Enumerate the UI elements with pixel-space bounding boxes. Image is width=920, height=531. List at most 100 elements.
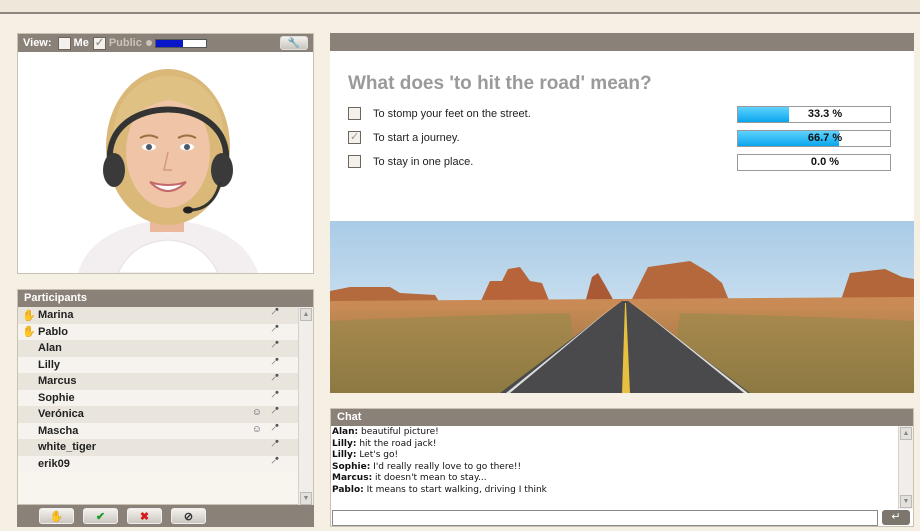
raised-hand-icon: ✋ (22, 326, 36, 339)
settings-button[interactable]: 🔧 (280, 36, 308, 50)
participant-row[interactable]: ✋ Pablo ─● (18, 322, 298, 340)
scroll-down-icon[interactable]: ▼ (300, 492, 312, 505)
scroll-up-icon[interactable]: ▲ (300, 308, 312, 321)
wrench-icon[interactable]: ─● (270, 388, 281, 399)
answer-checkbox[interactable] (348, 155, 361, 168)
view-bar: View: Me Public 🔧 (18, 34, 313, 52)
participants-scrollbar[interactable]: ▲ ▼ (298, 307, 313, 506)
chat-text: it doesn't mean to stay... (372, 473, 487, 483)
check-icon: ✔ (95, 510, 106, 523)
participant-name: Pablo (38, 325, 68, 338)
participant-row[interactable]: Sophie ─● (18, 388, 298, 406)
participant-name: Marcus (38, 375, 77, 388)
cross-button[interactable]: ✖ (127, 508, 162, 524)
me-label: Me (73, 37, 89, 49)
volume-fill (155, 39, 184, 47)
participant-name: white_tiger (38, 441, 97, 454)
chat-message: Pablo: It means to start walking, drivin… (332, 485, 898, 497)
result-bar: 33.3 % (737, 106, 891, 123)
result-percent: 33.3 % (807, 108, 843, 120)
wrench-icon[interactable]: ─● (270, 339, 281, 350)
participant-name: Alan (38, 342, 62, 355)
quiz-question: What does 'to hit the road' mean? (348, 73, 652, 94)
webcam-video (18, 52, 313, 273)
wrench-icon[interactable]: ─● (270, 306, 281, 317)
participants-panel: Participants ✋ Marina ─● ✋ Pablo ─● Alan ─● Lill… (17, 289, 314, 506)
chat-user: Pablo: (332, 484, 364, 495)
me-checkbox[interactable] (57, 36, 71, 50)
presenter-image (18, 52, 313, 273)
participants-title: Participants (18, 290, 313, 307)
top-bar (0, 0, 920, 14)
participant-name: erik09 (38, 457, 70, 470)
action-button-bar: ✋ ✔ ✖ ⊘ (17, 505, 314, 527)
raised-hand-icon: ✋ (22, 309, 36, 322)
wrench-icon[interactable]: ─● (270, 355, 281, 366)
volume-slider[interactable] (154, 38, 207, 48)
block-button[interactable]: ⊘ (171, 508, 206, 524)
public-label: Public (108, 37, 142, 49)
wrench-icon[interactable]: ─● (270, 438, 281, 449)
scroll-down-icon[interactable]: ▼ (900, 495, 912, 508)
chat-input[interactable] (332, 510, 878, 526)
answer-option[interactable]: To stomp your feet on the street. (348, 107, 531, 120)
chat-panel: Chat Alan: beautiful picture! Lilly: hit … (330, 408, 914, 527)
wrench-icon[interactable]: ─● (270, 454, 281, 465)
enter-icon: ↵ (891, 511, 901, 523)
participant-row[interactable]: Verónica ☺ ─● (18, 405, 298, 423)
chat-text: I'd really really love to go there!! (370, 461, 522, 472)
result-bar: 66.7 % (737, 130, 891, 147)
check-button[interactable]: ✔ (83, 508, 118, 524)
participant-row[interactable]: ✋ Marina ─● (18, 306, 298, 324)
chat-text: hit the road jack! (356, 438, 437, 449)
view-label: View: (23, 37, 52, 49)
participant-row[interactable]: white_tiger ─● (18, 438, 298, 456)
road-picture (330, 221, 914, 393)
monument-valley-image (330, 221, 914, 393)
participant-row[interactable]: Alan ─● (18, 339, 298, 357)
participant-row[interactable]: Lilly ─● (18, 355, 298, 373)
public-checkbox[interactable] (92, 36, 106, 50)
chat-user: Lilly: (332, 438, 357, 449)
result-bar: 0.0 % (737, 154, 891, 171)
wrench-icon: 🔧 (287, 37, 301, 49)
user-icon[interactable]: ☺ (252, 424, 262, 435)
participant-name: Mascha (38, 424, 79, 437)
chat-message: Lilly: hit the road jack! (332, 439, 898, 451)
answer-option[interactable]: To start a journey. (348, 130, 460, 144)
participant-name: Lilly (38, 358, 61, 371)
participant-row[interactable]: Marcus ─● (18, 372, 298, 390)
raise-hand-button[interactable]: ✋ (39, 508, 74, 524)
chat-message: Lilly: Let's go! (332, 450, 898, 462)
participant-row[interactable]: erik09 ─● (18, 454, 298, 472)
send-button[interactable]: ↵ (882, 510, 910, 525)
wrench-icon[interactable]: ─● (270, 372, 281, 383)
answer-checkbox[interactable] (348, 130, 361, 144)
answer-text: To stay in one place. (373, 155, 474, 168)
video-panel: View: Me Public 🔧 (17, 33, 314, 274)
chat-message: Marcus: it doesn't mean to stay... (332, 473, 898, 485)
participant-row[interactable]: Mascha ☺ ─● (18, 421, 298, 439)
chat-message: Alan: beautiful picture! (332, 427, 898, 439)
cross-icon: ✖ (139, 510, 150, 523)
answer-option[interactable]: To stay in one place. (348, 155, 473, 168)
answer-text: To start a journey. (373, 131, 460, 144)
answer-text: To stomp your feet on the street. (373, 107, 531, 120)
chat-message: Sophie: I'd really really love to go the… (332, 462, 898, 474)
chat-scrollbar[interactable]: ▲ ▼ (898, 426, 913, 509)
result-percent: 66.7 % (807, 132, 843, 144)
participant-name: Sophie (38, 391, 75, 404)
wrench-icon[interactable]: ─● (270, 405, 281, 416)
content-header (330, 33, 914, 51)
scroll-up-icon[interactable]: ▲ (900, 427, 912, 440)
wrench-icon[interactable]: ─● (270, 322, 281, 333)
wrench-icon[interactable]: ─● (270, 421, 281, 432)
chat-text: It means to start walking, driving I thi… (363, 484, 547, 495)
answer-checkbox[interactable] (348, 107, 361, 120)
chat-user: Alan: (332, 427, 359, 437)
quiz-panel: What does 'to hit the road' mean? To sto… (330, 51, 914, 221)
participant-name: Marina (38, 309, 74, 322)
block-icon: ⊘ (183, 510, 194, 523)
user-icon[interactable]: ☺ (252, 407, 262, 418)
result-percent: 0.0 % (810, 156, 840, 168)
